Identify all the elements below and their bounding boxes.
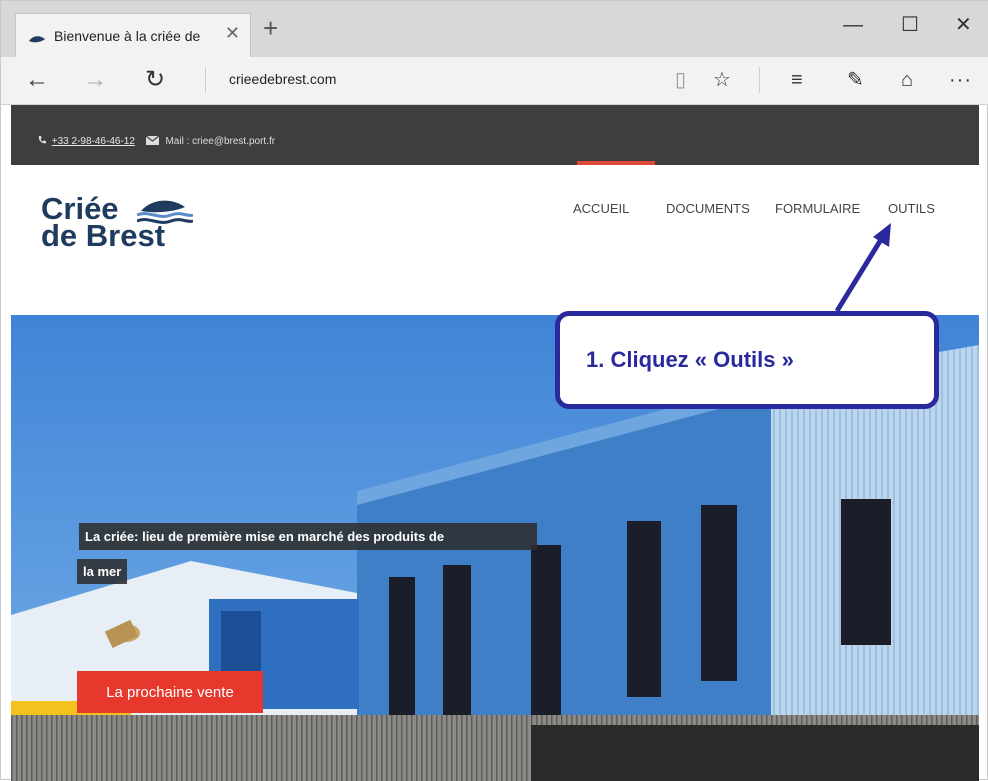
browser-window: Bienvenue à la criée de ✕ + — ☐ ✕ ← → ↻ …: [0, 0, 988, 781]
annotation-callout: 1. Cliquez « Outils »: [555, 311, 939, 409]
annotation-text: 1. Cliquez « Outils »: [586, 347, 794, 372]
